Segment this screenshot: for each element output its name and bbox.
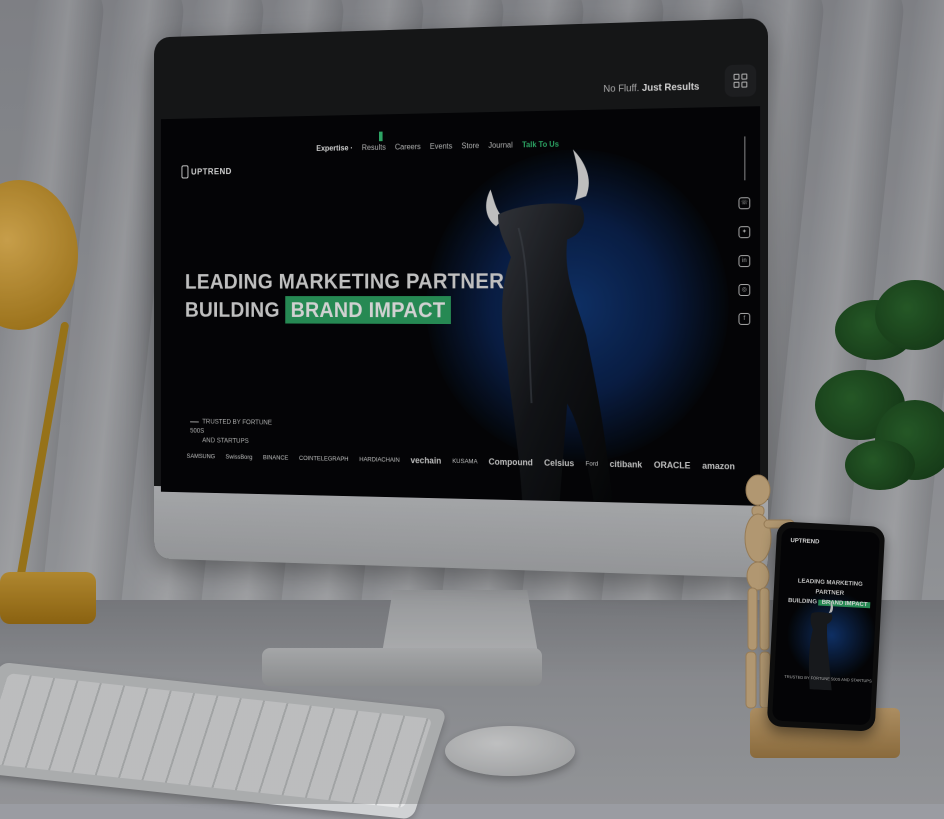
website-screen: UPTREND Expertise · Results Careers Even… [161, 106, 760, 506]
trusted-line-2: AND STARTUPS [190, 436, 286, 447]
trusted-line-1: TRUSTED BY FORTUNE 500S [190, 419, 272, 435]
tagline-bold: Just Results [642, 82, 699, 94]
grid-menu-icon [734, 74, 748, 88]
brand-oracle: ORACLE [654, 460, 691, 471]
mouse [445, 726, 575, 776]
brand-kusama: KUSAMA [452, 458, 477, 465]
menu-button[interactable] [725, 64, 756, 97]
facebook-icon[interactable]: f [738, 313, 750, 325]
monitor-foot [262, 648, 542, 686]
brand-samsung: SAMSUNG [187, 453, 215, 460]
smartphone: UPTREND LEADING MARKETING PARTNER BUILDI… [767, 521, 886, 731]
brand-hardiachain: HARDIACHAIN [359, 456, 399, 463]
brand-compound: Compound [489, 457, 533, 468]
nav-item-expertise[interactable]: Expertise · [316, 144, 353, 153]
linkedin-icon[interactable]: in [738, 255, 750, 267]
phone-logo[interactable]: UPTREND [790, 538, 819, 546]
nav-item-journal[interactable]: Journal [488, 141, 512, 150]
nav-item-events[interactable]: Events [430, 142, 452, 151]
hero-line-2-prefix: BUILDING [185, 298, 280, 322]
nav-active-marker [379, 132, 383, 142]
tagline-light: No Fluff. [603, 83, 639, 95]
hero-line-2: BUILDING BRAND IMPACT [185, 296, 504, 325]
hero-highlight: BRAND IMPACT [285, 296, 451, 324]
lamp-base [0, 572, 96, 624]
trusted-caption: TRUSTED BY FORTUNE 500S AND STARTUPS [190, 418, 286, 448]
monitor: UPTREND Expertise · Results Careers Even… [154, 18, 768, 578]
whatsapp-icon[interactable]: ☏ [738, 197, 750, 209]
brand-amazon: amazon [702, 461, 735, 472]
site-logo[interactable]: UPTREND [182, 165, 232, 179]
brand-citibank: citibank [610, 459, 643, 469]
trusted-dash [190, 421, 199, 422]
brand-celsius: Celsius [544, 458, 574, 468]
brand-ford: Ford [586, 460, 599, 467]
brand-vechain: vechain [411, 455, 442, 465]
nav-item-careers[interactable]: Careers [395, 142, 421, 151]
brand-swissborg: SwissBorg [226, 453, 253, 460]
bonsai-plant [815, 280, 944, 510]
logo-mark-icon [182, 165, 189, 178]
hero-line-1: LEADING MARKETING PARTNER [185, 267, 504, 296]
nav-item-results[interactable]: Results [362, 143, 386, 152]
brand-binance: BINANCE [263, 454, 288, 461]
tagline: No Fluff. Just Results [603, 82, 699, 95]
twitter-icon[interactable]: ✦ [738, 226, 750, 238]
site-logo-text: UPTREND [191, 166, 232, 176]
nav-item-store[interactable]: Store [461, 141, 479, 150]
brand-cointelegraph: COINTELEGRAPH [299, 455, 349, 463]
social-rail: ☏ ✦ in ◎ f [738, 136, 750, 325]
talk-to-us-link[interactable]: Talk To Us [522, 140, 559, 149]
phone-screen: UPTREND LEADING MARKETING PARTNER BUILDI… [772, 528, 880, 726]
social-divider [744, 136, 745, 180]
hero-title: LEADING MARKETING PARTNER BUILDING BRAND… [185, 267, 504, 325]
bull-statue-image [463, 148, 670, 504]
instagram-icon[interactable]: ◎ [738, 284, 750, 296]
